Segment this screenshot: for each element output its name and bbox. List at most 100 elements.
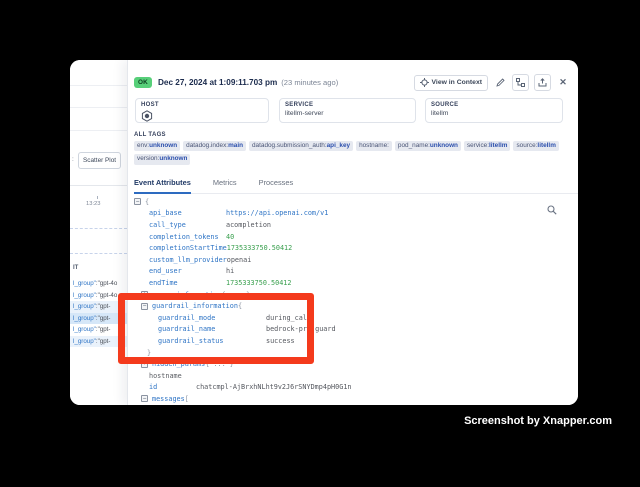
source-box[interactable]: SOURCE litellm bbox=[425, 98, 563, 123]
tag-key: pod_name: bbox=[398, 142, 430, 150]
service-label: SERVICE bbox=[285, 102, 410, 108]
attribute-row: −messages [ bbox=[134, 393, 578, 405]
attribute-key[interactable]: end_user bbox=[149, 267, 226, 275]
attribute-row: completion_tokens40 bbox=[134, 231, 578, 243]
search-icon[interactable] bbox=[547, 205, 557, 215]
header-actions: View in Context ✕ bbox=[414, 74, 570, 91]
view-in-context-button[interactable]: View in Context bbox=[414, 75, 488, 91]
attribute-row: custom_llm_provideropenai bbox=[134, 254, 578, 266]
tab-processes[interactable]: Processes bbox=[259, 174, 294, 193]
attribute-value[interactable]: 1735333750.50412 bbox=[227, 244, 292, 252]
event-timestamp: Dec 27, 2024 at 1:09:11.703 pm bbox=[158, 78, 277, 87]
list-item-link: l_group" bbox=[73, 338, 96, 345]
tag-pill[interactable]: version:unknown bbox=[134, 154, 190, 164]
list-item-link: l_group" bbox=[73, 315, 96, 322]
collapse-icon[interactable]: − bbox=[134, 198, 141, 205]
view-in-context-label: View in Context bbox=[432, 79, 482, 86]
chart-axis-line bbox=[70, 185, 127, 186]
collapse-icon[interactable]: − bbox=[141, 395, 148, 402]
list-item-text: :"gpt- bbox=[96, 315, 111, 322]
host-hexagon-icon bbox=[141, 110, 263, 122]
tag-pill[interactable]: hostname: bbox=[356, 141, 392, 151]
attribute-row: −{ bbox=[134, 196, 578, 208]
tag-value: api_key bbox=[327, 142, 350, 150]
tag-value: litellm bbox=[489, 142, 507, 150]
axis-tick-mark bbox=[97, 196, 98, 199]
tag-pill[interactable]: pod_name:unknown bbox=[395, 141, 461, 151]
attribute-value[interactable]: hi bbox=[226, 267, 234, 275]
host-label: HOST bbox=[141, 102, 263, 108]
brace: { bbox=[145, 198, 149, 206]
attribute-value[interactable]: https://api.openai.com/v1 bbox=[226, 209, 328, 217]
crosshair-icon bbox=[420, 78, 429, 87]
divider bbox=[70, 130, 127, 131]
attribute-value[interactable]: 1735333750.50412 bbox=[226, 279, 291, 287]
tag-key: service: bbox=[467, 142, 489, 150]
axis-tick-label: 13:23 bbox=[86, 201, 101, 207]
list-item-link: l_group" bbox=[73, 280, 96, 287]
tag-pill[interactable]: source:litellm bbox=[513, 141, 558, 151]
panel-header: OK Dec 27, 2024 at 1:09:11.703 pm (23 mi… bbox=[134, 73, 570, 92]
attribute-value[interactable]: acompletion bbox=[226, 221, 271, 229]
list-item-text: :"gpt-4o bbox=[96, 292, 117, 299]
tab-metrics[interactable]: Metrics bbox=[213, 174, 237, 193]
attribute-row: completionStartTime1735333750.50412 bbox=[134, 242, 578, 254]
close-icon[interactable]: ✕ bbox=[556, 76, 570, 90]
attribute-key[interactable]: hostname bbox=[149, 372, 226, 380]
divider bbox=[70, 85, 127, 86]
tag-key: version: bbox=[137, 155, 159, 163]
list-column-header: IT bbox=[73, 265, 78, 271]
attribute-row: idchatcmpl-AjBrxhNLht9v2J6rSNYDmp4pH0G1n bbox=[134, 382, 578, 394]
attribute-key[interactable]: api_base bbox=[149, 209, 226, 217]
attribute-key[interactable]: id bbox=[149, 383, 196, 391]
edit-pencil-icon[interactable] bbox=[493, 76, 507, 90]
tab-event-attributes[interactable]: Event Attributes bbox=[134, 174, 191, 193]
service-value: litellm-server bbox=[285, 110, 410, 117]
attribute-key[interactable]: custom_llm_provider bbox=[149, 256, 227, 264]
tag-pill[interactable]: datadog.submission_auth:api_key bbox=[249, 141, 353, 151]
truncated-control: : bbox=[72, 156, 74, 163]
list-item-text: :"gpt- bbox=[96, 326, 111, 333]
tag-key: datadog.index: bbox=[186, 142, 228, 150]
service-box[interactable]: SERVICE litellm-server bbox=[279, 98, 416, 123]
tag-pill[interactable]: service:litellm bbox=[464, 141, 511, 151]
tag-value: unknown bbox=[149, 142, 177, 150]
attribute-key[interactable]: completionStartTime bbox=[149, 244, 227, 252]
attribute-key[interactable]: completion_tokens bbox=[149, 233, 226, 241]
tag-value: unknown bbox=[430, 142, 458, 150]
scatter-plot-button[interactable]: Scatter Plot bbox=[78, 152, 121, 169]
tags-list: env:unknowndatadog.index:maindatadog.sub… bbox=[134, 141, 578, 165]
attribute-key[interactable]: call_type bbox=[149, 221, 226, 229]
attribute-value[interactable]: openai bbox=[227, 256, 252, 264]
related-traces-icon[interactable] bbox=[512, 74, 529, 91]
attribute-key[interactable]: endTime bbox=[149, 279, 226, 287]
brace: [ bbox=[185, 395, 189, 403]
attribute-key[interactable]: messages bbox=[152, 395, 185, 403]
source-value: litellm bbox=[431, 110, 557, 117]
list-item[interactable]: l_group":"gpt-4o bbox=[70, 278, 127, 290]
attribute-value[interactable]: chatcmpl-AjBrxhNLht9v2J6rSNYDmp4pH0G1n bbox=[196, 383, 352, 391]
source-label: SOURCE bbox=[431, 102, 557, 108]
tag-key: hostname: bbox=[359, 142, 389, 150]
scatter-plot-label: Scatter Plot bbox=[83, 157, 116, 164]
attribute-row: end_userhi bbox=[134, 266, 578, 278]
tag-key: source: bbox=[516, 142, 537, 150]
tag-pill[interactable]: env:unknown bbox=[134, 141, 180, 151]
list-item-text: :"gpt- bbox=[96, 303, 111, 310]
list-item-link: l_group" bbox=[73, 303, 96, 310]
list-item-link: l_group" bbox=[73, 326, 96, 333]
relative-time: (23 minutes ago) bbox=[281, 78, 338, 87]
list-item-link: l_group" bbox=[73, 292, 96, 299]
list-item-text: :"gpt-4o bbox=[96, 280, 117, 287]
tag-value: main bbox=[228, 142, 243, 150]
dashed-gridline bbox=[70, 253, 127, 254]
tag-pill[interactable]: datadog.index:main bbox=[183, 141, 246, 151]
tag-key: env: bbox=[137, 142, 149, 150]
export-share-icon[interactable] bbox=[534, 74, 551, 91]
xnapper-watermark: Screenshot by Xnapper.com bbox=[464, 415, 612, 427]
tab-bar: Event Attributes Metrics Processes bbox=[134, 174, 578, 194]
attribute-value[interactable]: 40 bbox=[226, 233, 234, 241]
tag-value: unknown bbox=[159, 155, 187, 163]
host-box[interactable]: HOST bbox=[135, 98, 269, 123]
all-tags-label: ALL TAGS bbox=[134, 132, 166, 138]
